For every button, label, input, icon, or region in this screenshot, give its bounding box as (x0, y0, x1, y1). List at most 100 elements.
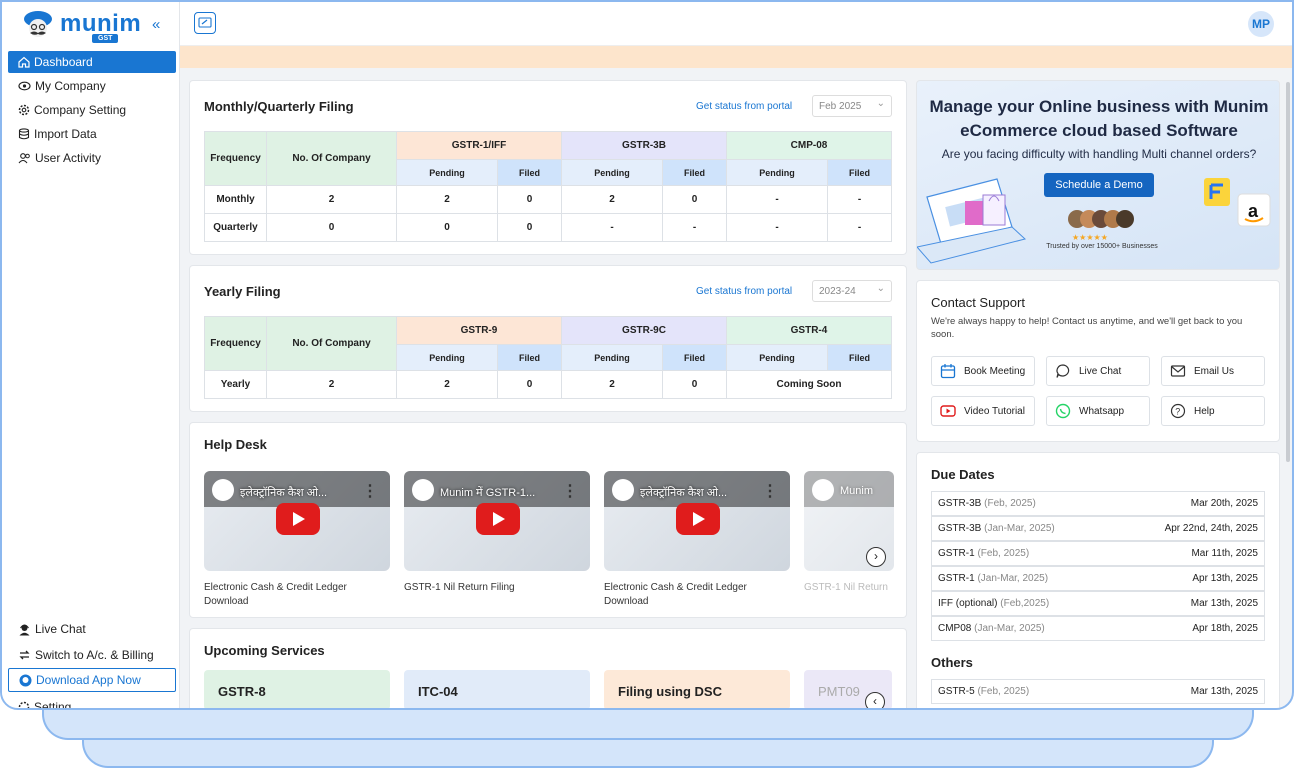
book-meeting-button[interactable]: Book Meeting (931, 356, 1035, 386)
collapse-sidebar-button[interactable]: « (152, 16, 160, 33)
sidebar-item-live-chat[interactable]: Live Chat (8, 618, 176, 640)
sub-filed: Filed (827, 344, 892, 371)
due-date-row: GSTR-3B (Jan-Mar, 2025) Apr 22nd, 24th, 2… (931, 516, 1265, 541)
logo[interactable]: munim GST (20, 8, 160, 46)
cell: - (726, 213, 828, 242)
due-period: (Feb, 2025) (984, 498, 1036, 509)
page-scrollbar[interactable] (1286, 82, 1290, 462)
due-period: (Jan-Mar, 2025) (974, 623, 1045, 634)
cell: 0 (662, 185, 727, 214)
sidebar-item-my-company[interactable]: My Company (8, 75, 176, 97)
cell: - (726, 185, 828, 214)
download-app-button[interactable]: Download App Now (8, 668, 176, 692)
get-status-link[interactable]: Get status from portal (696, 101, 792, 112)
cell: 0 (396, 213, 498, 242)
get-status-link[interactable]: Get status from portal (696, 286, 792, 297)
due-name: GSTR-5 (938, 686, 975, 697)
cell: 2 (396, 185, 498, 214)
sidebar: munim GST « Dashboard My Company Company… (2, 2, 180, 710)
period-select[interactable]: Feb 2025 (812, 95, 892, 117)
cell: 0 (266, 213, 397, 242)
button-label: Video Tutorial (964, 405, 1025, 417)
col-gstr4: GSTR-4 (726, 316, 892, 345)
button-label: Live Chat (1079, 365, 1122, 377)
database-icon (18, 128, 30, 140)
due-dates-card: Due Dates GSTR-3B (Feb, 2025) Mar 20th, 2… (916, 452, 1280, 708)
sidebar-item-setting[interactable]: Setting (8, 696, 176, 710)
due-period: (Jan-Mar, 2025) (977, 573, 1049, 584)
due-date: Mar 13th, 2025 (1190, 598, 1258, 609)
cell: Monthly (204, 185, 267, 214)
sub-pending: Pending (561, 159, 663, 186)
monthly-filing-table: Frequency No. Of Company GSTR-1/IFF GSTR… (204, 131, 892, 242)
video-caption[interactable]: GSTR-1 Nil Return (804, 581, 894, 595)
button-label: Email Us (1194, 365, 1235, 377)
promo-subtitle: Are you facing difficulty with handling … (941, 147, 1257, 161)
service-tile[interactable]: ITC-04 (404, 670, 590, 708)
edit-note-icon (198, 17, 212, 28)
col-cmp08: CMP-08 (726, 131, 892, 160)
home-icon (18, 56, 30, 68)
gear-icon (18, 701, 30, 708)
card-title: Yearly Filing (204, 284, 281, 299)
switch-icon (19, 650, 30, 660)
col-gstr9c: GSTR-9C (561, 316, 727, 345)
carousel-next-icon[interactable]: › (866, 547, 886, 567)
contact-support-card: Contact Support We're always happy to he… (916, 280, 1280, 442)
sidebar-item-label: User Activity (35, 151, 102, 165)
sidebar-item-user-activity[interactable]: User Activity (8, 147, 176, 169)
video-tutorial-button[interactable]: Video Tutorial (931, 396, 1035, 426)
video-title: इलेक्ट्रॉनिक कैश ओ... (640, 487, 728, 499)
customer-avatars-icon (1068, 210, 1134, 228)
due-name: GSTR-1 (938, 573, 975, 584)
button-label: Book Meeting (964, 365, 1026, 377)
due-period: (Feb,2025) (1000, 598, 1050, 609)
promo-banner[interactable]: Manage your Online business with Munim e… (916, 80, 1280, 270)
col-gstr3b: GSTR-3B (561, 131, 727, 160)
help-button[interactable]: ? Help (1161, 396, 1265, 426)
sidebar-item-label: Setting (34, 700, 72, 710)
cell: 0 (497, 370, 562, 399)
sidebar-item-switch-billing[interactable]: Switch to A/c. & Billing (8, 644, 176, 666)
email-us-button[interactable]: Email Us (1161, 356, 1265, 386)
sidebar-item-import-data[interactable]: Import Data (8, 123, 176, 145)
play-icon[interactable] (676, 503, 720, 535)
video-thumbnail[interactable]: इलेक्ट्रॉनिक कैश ओ... ⋮ (204, 471, 390, 571)
user-avatar[interactable]: MP (1248, 11, 1274, 37)
help-desk-card: Help Desk इलेक्ट्रॉनिक कैश ओ... ⋮ Electr… (189, 422, 907, 618)
video-title: Munim (840, 485, 874, 497)
whatsapp-icon (1055, 403, 1071, 419)
video-title: Munim में GSTR-1... (440, 487, 536, 499)
due-date-row: GSTR-1 (Jan-Mar, 2025) Apr 13th, 2025 (931, 566, 1265, 591)
sidebar-item-company-setting[interactable]: Company Setting (8, 99, 176, 121)
cell: 2 (266, 370, 397, 399)
year-select[interactable]: 2023-24 (812, 280, 892, 302)
play-icon[interactable] (476, 503, 520, 535)
video-caption[interactable]: Electronic Cash & Credit Ledger Download (204, 581, 390, 609)
channel-avatar (612, 479, 634, 501)
due-period: (Feb, 2025) (977, 686, 1030, 697)
munim-mascot-icon (24, 11, 52, 37)
due-date: Apr 18th, 2025 (1192, 623, 1258, 634)
whatsapp-button[interactable]: Whatsapp (1046, 396, 1150, 426)
video-thumbnail[interactable]: Munim में GSTR-1... ⋮ (404, 471, 590, 571)
schedule-demo-button[interactable]: Schedule a Demo (1044, 173, 1154, 197)
due-date: Mar 11th, 2025 (1191, 548, 1258, 559)
cell: - (827, 185, 892, 214)
cell: 0 (497, 185, 562, 214)
col-frequency: Frequency (204, 131, 267, 186)
service-tile[interactable]: GSTR-8 (204, 670, 390, 708)
play-icon[interactable] (276, 503, 320, 535)
more-icon: ⋮ (762, 483, 778, 500)
download-app-icon (19, 674, 32, 686)
video-caption[interactable]: Electronic Cash & Credit Ledger Download (604, 581, 790, 609)
sidebar-item-dashboard[interactable]: Dashboard (8, 51, 176, 73)
notes-button[interactable] (194, 12, 216, 34)
service-tile[interactable]: Filing using DSC (604, 670, 790, 708)
carousel-next-icon[interactable]: ‹ (865, 692, 885, 708)
video-thumbnail[interactable]: इलेक्ट्रॉनिक कैश ओ... ⋮ (604, 471, 790, 571)
video-caption[interactable]: GSTR-1 Nil Return Filing (404, 581, 590, 595)
live-chat-button[interactable]: Live Chat (1046, 356, 1150, 386)
table-row: Monthly 2 2 0 2 0- - (204, 185, 892, 214)
due-name: GSTR-3B (938, 498, 982, 509)
